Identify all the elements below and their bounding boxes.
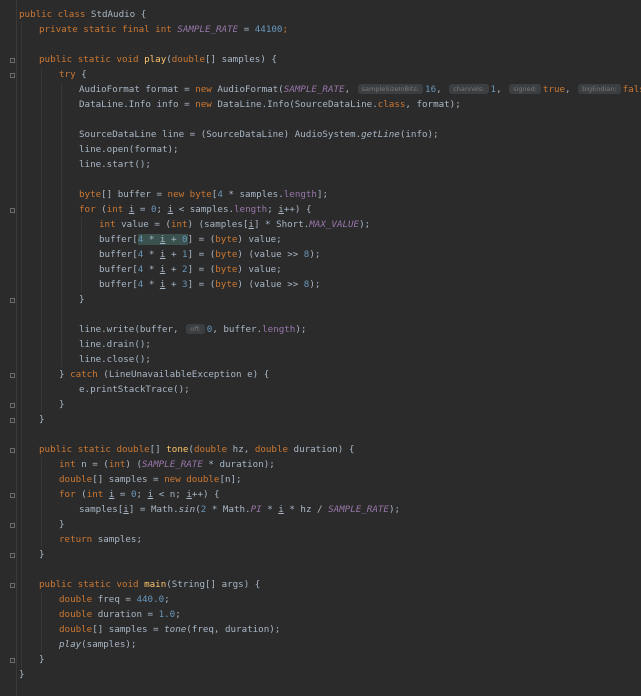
fold-marker-icon[interactable] xyxy=(10,208,15,213)
code-line-24[interactable]: line.close(); xyxy=(79,352,151,367)
fold-marker-icon[interactable] xyxy=(10,553,15,558)
fold-marker-icon[interactable] xyxy=(10,73,15,78)
fold-marker-icon[interactable] xyxy=(10,523,15,528)
param-hint: signed: xyxy=(509,84,541,94)
code-line-20[interactable]: } xyxy=(79,292,85,307)
code-line-41[interactable]: double duration = 1.0; xyxy=(59,607,181,622)
code-line-10[interactable]: line.open(format); xyxy=(79,142,179,157)
code-line-31[interactable]: int n = (int) (SAMPLE_RATE * duration); xyxy=(59,457,275,472)
code-line-9[interactable]: SourceDataLine line = (SourceDataLine) A… xyxy=(79,127,439,142)
value: true xyxy=(542,84,566,95)
code-line-44[interactable]: } xyxy=(39,652,45,667)
code-line-6[interactable]: AudioFormat format = new AudioFormat(SAM… xyxy=(79,82,641,97)
fold-marker-icon[interactable] xyxy=(10,448,15,453)
indent-guide xyxy=(41,592,42,652)
code-text: line.write(buffer, xyxy=(79,324,185,335)
value: false xyxy=(622,84,641,95)
code-line-42[interactable]: double[] samples = tone(freq, duration); xyxy=(59,622,280,637)
code-line-28[interactable]: } xyxy=(39,412,45,427)
code-line-18[interactable]: buffer[4 * i + 2] = (byte) value; xyxy=(99,262,282,277)
code-line-26[interactable]: e.printStackTrace(); xyxy=(79,382,190,397)
indent-guide xyxy=(61,82,62,367)
code-line-19[interactable]: buffer[4 * i + 3] = (byte) (value >> 8); xyxy=(99,277,320,292)
code-line-39[interactable]: public static void main(String[] args) { xyxy=(39,577,260,592)
code-editor[interactable]: public class StdAudio { private static f… xyxy=(0,0,641,696)
sample-rate-constant: SAMPLE_RATE xyxy=(283,84,345,95)
code-line-2[interactable]: private static final int SAMPLE_RATE = 4… xyxy=(39,22,288,37)
fold-marker-icon[interactable] xyxy=(10,658,15,663)
code-line-4[interactable]: public static void play(double[] samples… xyxy=(39,52,277,67)
code-line-32[interactable]: double[] samples = new double[n]; xyxy=(59,472,242,487)
editor-gutter xyxy=(0,0,15,696)
code-line-43[interactable]: play(samples); xyxy=(59,637,136,652)
code-line-17[interactable]: buffer[4 * i + 1] = (byte) (value >> 8); xyxy=(99,247,320,262)
param-hint: off: xyxy=(186,324,205,334)
fold-marker-icon[interactable] xyxy=(10,58,15,63)
indent-guide xyxy=(41,457,42,547)
code-line-34[interactable]: samples[i] = Math.sin(2 * Math.PI * i * … xyxy=(79,502,400,517)
indent-guide xyxy=(41,67,42,412)
code-line-25[interactable]: } catch (LineUnavailableException e) { xyxy=(59,367,269,382)
param-hint: bigEndian: xyxy=(578,84,621,94)
code-line-11[interactable]: line.start(); xyxy=(79,157,151,172)
code-line-1[interactable]: public class StdAudio { xyxy=(19,7,146,22)
code-line-13[interactable]: byte[] buffer = new byte[4 * samples.len… xyxy=(79,187,328,202)
indent-guide xyxy=(21,22,22,670)
code-line-45[interactable]: } xyxy=(19,667,25,682)
code-line-37[interactable]: } xyxy=(39,547,45,562)
code-line-22[interactable]: line.write(buffer, off: 0, buffer.length)… xyxy=(79,322,306,337)
indent-guide xyxy=(81,217,82,292)
code-line-35[interactable]: } xyxy=(59,517,65,532)
code-line-36[interactable]: return samples; xyxy=(59,532,142,547)
fold-marker-icon[interactable] xyxy=(10,373,15,378)
fold-marker-icon[interactable] xyxy=(10,403,15,408)
param-hint: sampleSizeInBits: xyxy=(357,84,424,94)
code-line-5[interactable]: try { xyxy=(59,67,87,82)
code-line-27[interactable]: } xyxy=(59,397,65,412)
code-line-30[interactable]: public static double[] tone(double hz, d… xyxy=(39,442,354,457)
fold-marker-icon[interactable] xyxy=(10,493,15,498)
param-hint: channels: xyxy=(449,84,489,94)
gutter-divider xyxy=(16,0,17,696)
fold-marker-icon[interactable] xyxy=(10,583,15,588)
code-line-33[interactable]: for (int i = 0; i < n; i++) { xyxy=(59,487,220,502)
code-line-16[interactable]: buffer[4 * i + 0] = (byte) value; xyxy=(99,232,282,247)
code-line-23[interactable]: line.drain(); xyxy=(79,337,151,352)
fold-marker-icon[interactable] xyxy=(10,298,15,303)
code-line-40[interactable]: double freq = 440.0; xyxy=(59,592,170,607)
fold-marker-icon[interactable] xyxy=(10,418,15,423)
value: 16 xyxy=(425,84,437,95)
code-line-7[interactable]: DataLine.Info info = new DataLine.Info(S… xyxy=(79,97,461,112)
code-line-15[interactable]: int value = (int) (samples[i] * Short.MA… xyxy=(99,217,370,232)
code-line-14[interactable]: for (int i = 0; i < samples.length; i++)… xyxy=(79,202,312,217)
